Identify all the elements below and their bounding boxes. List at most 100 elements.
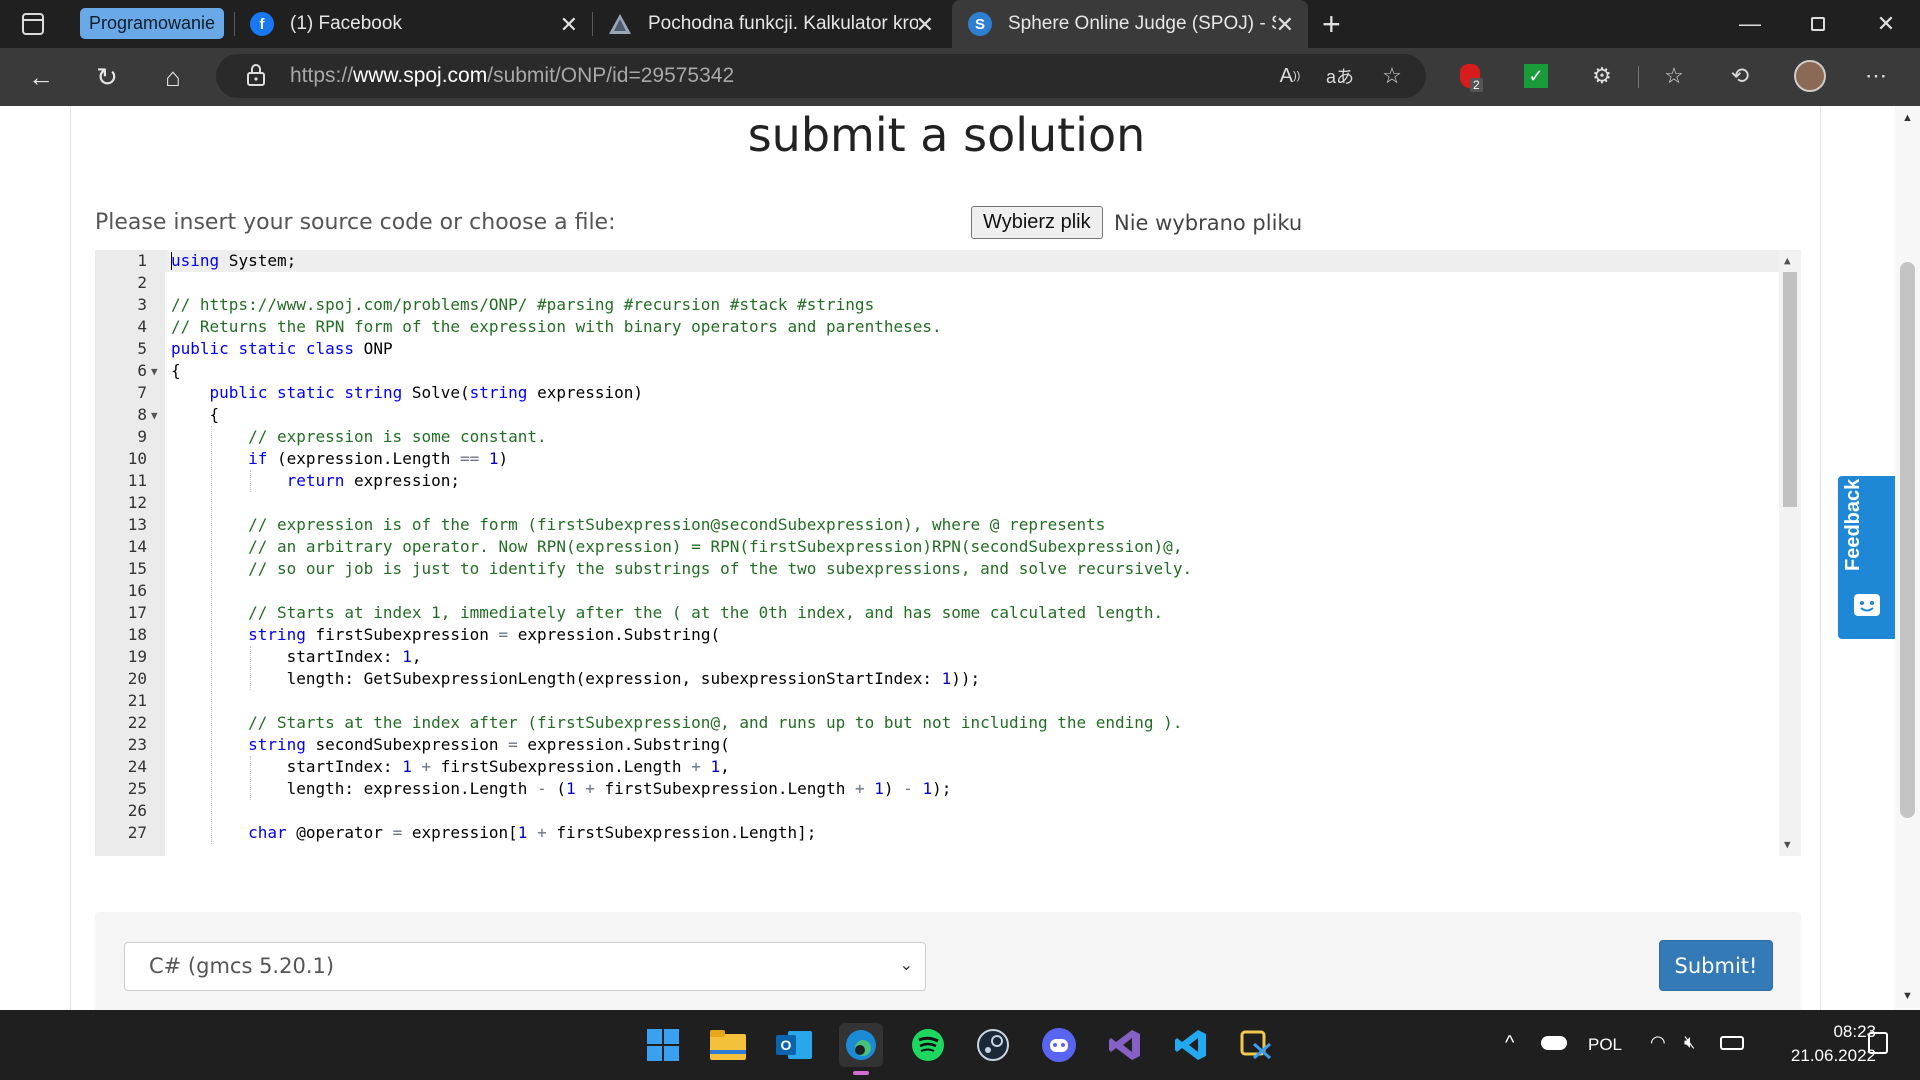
code-editor[interactable]: 1 2 3 4 5 6 ▼ 7 8 ▼ 9 10 11 12 13 14 15 16 17 18 19 20 21 22 23 2… bbox=[95, 250, 1801, 856]
editor-scrollbar[interactable]: ▲ ▼ bbox=[1779, 250, 1801, 856]
scroll-down-arrow[interactable]: ▼ bbox=[1784, 838, 1791, 851]
calculator-site-icon bbox=[608, 12, 632, 36]
code-line[interactable]: using System; bbox=[171, 250, 296, 272]
code-line[interactable]: startIndex: 1 + firstSubexpression.Lengt… bbox=[171, 756, 730, 778]
tab-spoj[interactable]: S Sphere Online Judge (SPOJ) - Su ✕ bbox=[952, 0, 1308, 48]
extensions-icon[interactable]: ⚙ bbox=[1584, 58, 1620, 94]
add-favorite-icon[interactable]: ☆ bbox=[1374, 58, 1410, 94]
spotify-icon[interactable] bbox=[906, 1023, 950, 1067]
submit-panel: C# (gmcs 5.20.1) ⌄ Submit! bbox=[95, 912, 1801, 1010]
line-number: 19 bbox=[127, 647, 147, 666]
restore-icon[interactable] bbox=[1784, 0, 1852, 48]
indent-guide bbox=[250, 756, 252, 800]
line-number: 9 bbox=[137, 427, 147, 446]
windows-start-icon[interactable] bbox=[641, 1023, 685, 1067]
code-line[interactable]: { bbox=[171, 360, 181, 382]
tab-facebook[interactable]: f (1) Facebook ✕ bbox=[236, 0, 592, 48]
checkmark-extension-icon[interactable]: ✓ bbox=[1518, 58, 1554, 94]
line-number: 26 bbox=[127, 801, 147, 820]
new-tab-icon[interactable]: + bbox=[1322, 6, 1341, 43]
profile-avatar[interactable] bbox=[1792, 58, 1828, 94]
line-number-gutter: 1 2 3 4 5 6 ▼ 7 8 ▼ 9 10 11 12 13 14 15 16 17 18 19 20 21 22 23 2… bbox=[95, 250, 165, 856]
text-cursor bbox=[171, 252, 172, 270]
ublock-extension-icon[interactable]: 2 bbox=[1452, 58, 1488, 94]
close-icon[interactable]: ✕ bbox=[1276, 12, 1294, 38]
tab-actions-icon[interactable] bbox=[22, 13, 44, 35]
code-line[interactable]: // expression is some constant. bbox=[171, 426, 547, 448]
more-menu-icon[interactable]: ⋯ bbox=[1858, 58, 1894, 94]
code-line[interactable]: char @operator = expression[1 + firstSub… bbox=[171, 822, 816, 844]
file-explorer-icon[interactable] bbox=[706, 1023, 750, 1067]
notifications-icon[interactable] bbox=[1868, 1032, 1888, 1054]
battery-icon[interactable] bbox=[1720, 1036, 1744, 1050]
visual-studio-icon[interactable] bbox=[1103, 1023, 1147, 1067]
code-line[interactable]: // https://www.spoj.com/problems/ONP/ #p… bbox=[171, 294, 874, 316]
code-line[interactable]: length: expression.Length - (1 + firstSu… bbox=[171, 778, 952, 800]
scroll-up-arrow[interactable]: ▲ bbox=[1784, 254, 1791, 267]
vscode-icon[interactable] bbox=[1169, 1023, 1213, 1067]
line-number: 3 bbox=[137, 295, 147, 314]
wifi-icon[interactable]: ◠ bbox=[1650, 1032, 1666, 1053]
lock-icon[interactable] bbox=[246, 63, 266, 87]
feedback-tab[interactable]: Feedback bbox=[1838, 476, 1895, 639]
code-line[interactable]: string firstSubexpression = expression.S… bbox=[171, 624, 720, 646]
window-controls: — ✕ bbox=[1716, 0, 1920, 48]
minimize-icon[interactable]: — bbox=[1716, 0, 1784, 48]
code-line[interactable]: length: GetSubexpressionLength(expressio… bbox=[171, 668, 981, 690]
code-line[interactable]: public static class ONP bbox=[171, 338, 393, 360]
code-line[interactable]: { bbox=[171, 404, 220, 426]
code-line[interactable]: // Starts at index 1, immediately after … bbox=[171, 602, 1163, 624]
code-line[interactable]: // so our job is just to identify the su… bbox=[171, 558, 1192, 580]
discord-icon[interactable] bbox=[1037, 1023, 1081, 1067]
page-scrollbar[interactable]: ▲ ▼ bbox=[1895, 106, 1920, 1010]
onedrive-icon[interactable] bbox=[1541, 1036, 1567, 1050]
show-hidden-icons-icon[interactable]: ^ bbox=[1505, 1032, 1514, 1055]
smiley-icon bbox=[1854, 594, 1880, 616]
outlook-icon[interactable]: O bbox=[772, 1023, 816, 1067]
code-line[interactable]: // expression is of the form (firstSubex… bbox=[171, 514, 1105, 536]
close-icon[interactable]: ✕ bbox=[560, 12, 578, 38]
close-window-icon[interactable]: ✕ bbox=[1852, 0, 1920, 48]
url-text[interactable]: https://www.spoj.com/submit/ONP/id=29575… bbox=[290, 64, 734, 88]
history-icon[interactable]: ⟲ bbox=[1722, 58, 1758, 94]
tab-group-chip[interactable]: Programowanie bbox=[80, 8, 225, 39]
translate-icon[interactable]: aあ bbox=[1322, 58, 1358, 94]
back-icon[interactable]: ← bbox=[22, 58, 60, 96]
volume-muted-icon[interactable]: 🔇︎ bbox=[1684, 1032, 1695, 1053]
taskbar: O ^ POL ◠ 🔇︎ 08:23 21.06.2022 bbox=[0, 1010, 1920, 1080]
home-icon[interactable]: ⌂ bbox=[154, 58, 192, 96]
submit-button[interactable]: Submit! bbox=[1659, 940, 1773, 991]
page-scroll-thumb[interactable] bbox=[1900, 262, 1915, 818]
code-line[interactable]: return expression; bbox=[171, 470, 460, 492]
code-line[interactable]: public static string Solve(string expres… bbox=[171, 382, 644, 404]
line-number: 25 bbox=[127, 779, 147, 798]
code-line[interactable]: string secondSubexpression = expression.… bbox=[171, 734, 730, 756]
active-line-highlight bbox=[165, 250, 1785, 272]
scroll-down-arrow[interactable]: ▼ bbox=[1902, 990, 1913, 1002]
code-line[interactable]: // an arbitrary operator. Now RPN(expres… bbox=[171, 536, 1182, 558]
code-line[interactable]: // Returns the RPN form of the expressio… bbox=[171, 316, 942, 338]
code-line[interactable]: if (expression.Length == 1) bbox=[171, 448, 508, 470]
input-language[interactable]: POL bbox=[1588, 1035, 1622, 1055]
read-aloud-icon[interactable]: A)) bbox=[1272, 58, 1308, 94]
tab-title: Pochodna funkcji. Kalkulator krok bbox=[648, 13, 918, 34]
refresh-icon[interactable]: ↻ bbox=[88, 58, 126, 96]
code-line[interactable]: // Starts at the index after (firstSubex… bbox=[171, 712, 1182, 734]
steam-icon[interactable] bbox=[971, 1023, 1015, 1067]
tab-derivative-calculator[interactable]: Pochodna funkcji. Kalkulator krok ✕ bbox=[594, 0, 948, 48]
code-line[interactable]: startIndex: 1, bbox=[171, 646, 422, 668]
close-icon[interactable]: ✕ bbox=[916, 12, 934, 38]
fold-toggle-icon[interactable]: ▼ bbox=[151, 409, 158, 422]
language-select[interactable]: C# (gmcs 5.20.1) ⌄ bbox=[124, 942, 926, 991]
address-bar[interactable]: https://www.spoj.com/submit/ONP/id=29575… bbox=[216, 54, 1426, 98]
snipping-tool-icon[interactable] bbox=[1235, 1023, 1279, 1067]
favorites-icon[interactable]: ☆ bbox=[1656, 58, 1692, 94]
system-clock[interactable]: 08:23 21.06.2022 bbox=[1770, 1020, 1876, 1068]
scroll-up-arrow[interactable]: ▲ bbox=[1902, 112, 1913, 124]
active-app-indicator bbox=[853, 1071, 869, 1075]
edge-icon[interactable] bbox=[839, 1023, 883, 1075]
choose-file-button[interactable]: Wybierz plik bbox=[971, 206, 1103, 239]
editor-scroll-thumb[interactable] bbox=[1783, 272, 1797, 507]
fold-toggle-icon[interactable]: ▼ bbox=[151, 365, 158, 378]
page-title: submit a solution bbox=[747, 108, 1146, 162]
